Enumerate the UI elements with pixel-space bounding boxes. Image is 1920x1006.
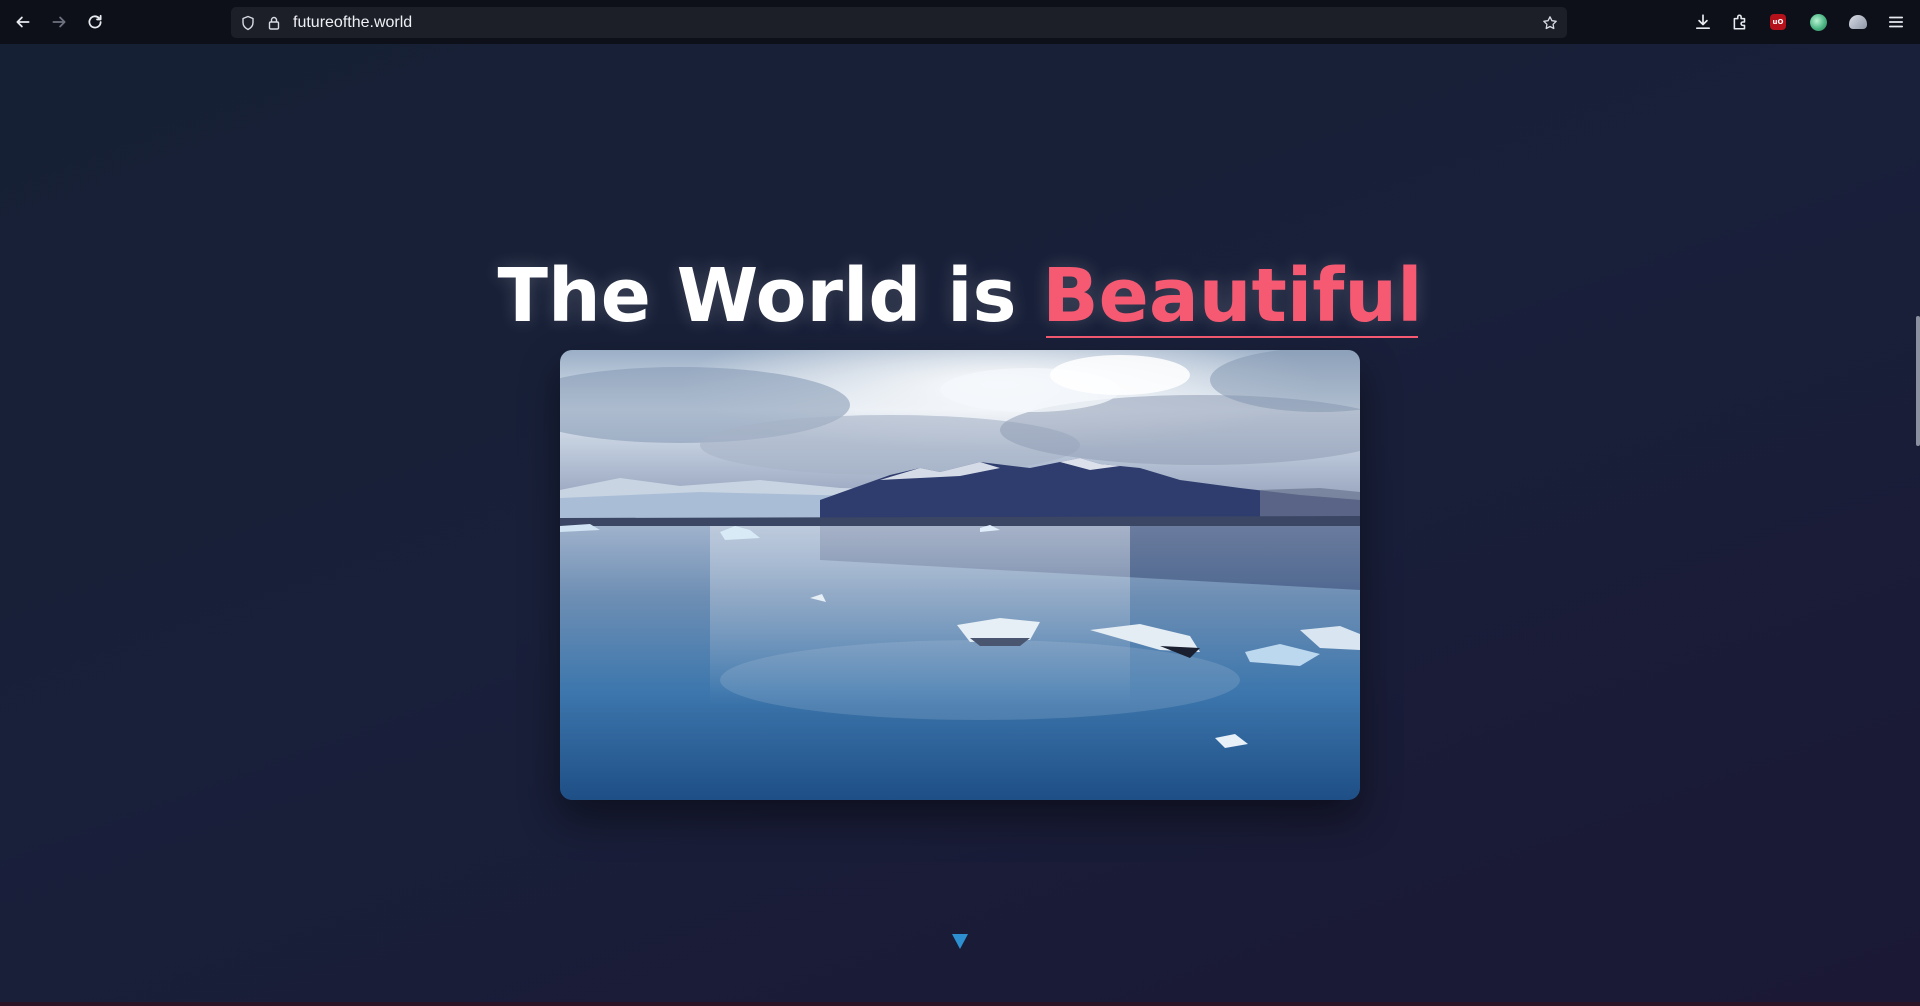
glacier-lagoon-image [560,350,1360,800]
cloud-extension-icon[interactable] [1845,9,1871,35]
accent-underline [1046,335,1419,338]
hero-title-plain: The World is [497,252,1043,339]
lock-icon[interactable] [264,13,283,32]
url-text[interactable]: futureofthe.world [293,7,412,38]
address-bar[interactable]: futureofthe.world [231,7,1567,38]
page-bottom-divider [0,1002,1920,1006]
hamburger-menu-icon[interactable] [1883,9,1909,35]
back-arrow-icon[interactable] [10,9,36,35]
page-content: The World is Beautiful [0,44,1920,1006]
scrollbar[interactable] [1916,316,1920,446]
ublock-origin-icon[interactable]: uO [1765,9,1791,35]
hero-title: The World is Beautiful [0,246,1920,346]
forward-arrow-icon[interactable] [46,9,72,35]
hero-title-accent-text: Beautiful [1042,252,1423,339]
shield-icon[interactable] [238,13,257,32]
browser-toolbar: futureofthe.world uO [0,0,1920,44]
green-globe-extension-icon[interactable] [1805,9,1831,35]
ublock-origin-badge: uO [1770,14,1786,30]
star-icon[interactable] [1540,13,1559,32]
down-triangle-icon[interactable] [951,932,969,950]
reload-icon[interactable] [82,9,108,35]
download-icon[interactable] [1690,9,1716,35]
hero-video[interactable] [560,350,1360,800]
puzzle-icon[interactable] [1727,9,1753,35]
hero-title-accent: Beautiful [1042,246,1422,346]
